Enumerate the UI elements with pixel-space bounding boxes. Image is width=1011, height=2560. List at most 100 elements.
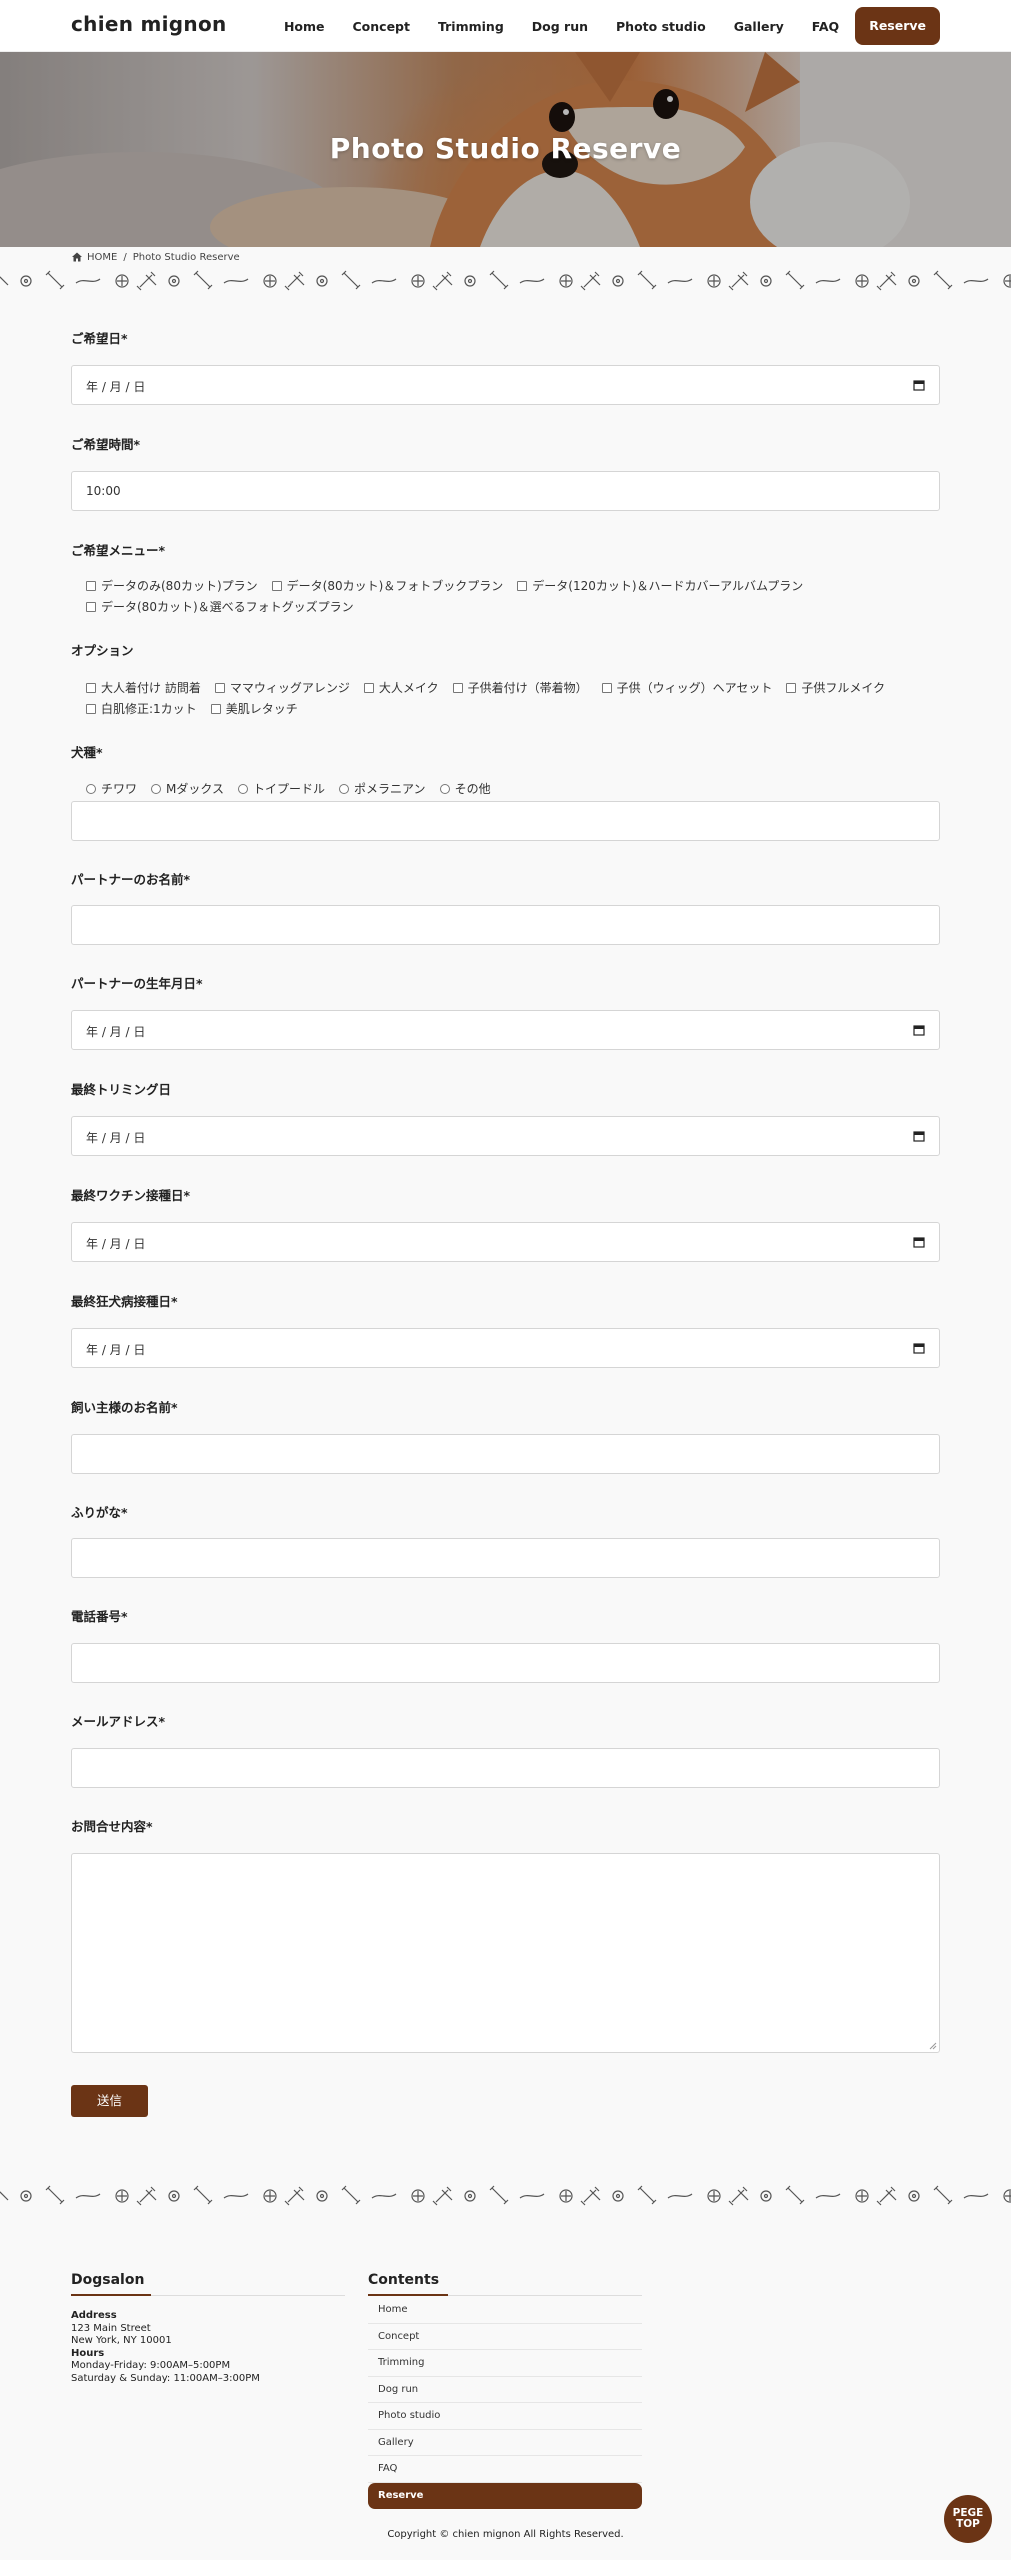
breed-option[interactable]: ポメラニアン bbox=[339, 779, 426, 800]
breed-other-input[interactable] bbox=[71, 801, 940, 841]
menu-option[interactable]: データ(80カット)＆選べるフォトグッズプラン bbox=[86, 597, 354, 618]
checkbox[interactable] bbox=[601, 683, 612, 693]
option-item-label: 大人着付け 訪問着 bbox=[101, 681, 201, 695]
option-item[interactable]: 子供（ウィッグ）ヘアセット bbox=[601, 678, 773, 699]
nav-home[interactable]: Home bbox=[284, 19, 325, 34]
option-item[interactable]: 大人メイク bbox=[363, 678, 439, 699]
footer-link-dog-run[interactable]: Dog run bbox=[368, 2377, 642, 2403]
address-label: Address bbox=[71, 2310, 117, 2321]
phone-input[interactable] bbox=[71, 1643, 940, 1683]
hours-line2: Saturday & Sunday: 11:00AM–3:00PM bbox=[71, 2372, 260, 2384]
option-item[interactable]: 子供着付け（帯着物） bbox=[452, 678, 588, 699]
calendar-icon[interactable] bbox=[913, 1236, 925, 1248]
inquiry-textarea[interactable] bbox=[71, 1853, 940, 2053]
option-item-label: 美肌レタッチ bbox=[225, 702, 298, 716]
radio[interactable] bbox=[439, 784, 450, 794]
breed-options: チワワ Mダックス トイプードル ポメラニアン その他 bbox=[86, 779, 946, 800]
option-item-label: 子供フルメイク bbox=[801, 681, 886, 695]
nav-photo-studio[interactable]: Photo studio bbox=[616, 19, 706, 34]
checkbox[interactable] bbox=[517, 581, 528, 591]
main-nav: Home Concept Trimming Dog run Photo stud… bbox=[256, 7, 940, 45]
inquiry-label: お問合せ内容* bbox=[71, 1819, 153, 1834]
footer-link-concept[interactable]: Concept bbox=[368, 2324, 642, 2350]
checkbox[interactable] bbox=[271, 581, 282, 591]
partner-name-input[interactable] bbox=[71, 905, 940, 945]
owner-name-input[interactable] bbox=[71, 1434, 940, 1474]
resize-grip-icon[interactable] bbox=[929, 2042, 937, 2050]
nav-faq[interactable]: FAQ bbox=[812, 19, 839, 34]
radio[interactable] bbox=[151, 784, 162, 794]
checkbox[interactable] bbox=[786, 683, 797, 693]
email-label: メールアドレス* bbox=[71, 1714, 166, 1729]
checkbox[interactable] bbox=[86, 581, 96, 591]
checkbox[interactable] bbox=[86, 602, 96, 612]
footer-divider bbox=[368, 2294, 642, 2296]
option-item-label: 子供（ウィッグ）ヘアセット bbox=[616, 681, 773, 695]
footer-divider bbox=[71, 2294, 345, 2296]
email-input[interactable] bbox=[71, 1748, 940, 1788]
menu-option[interactable]: データのみ(80カット)プラン bbox=[86, 576, 258, 597]
submit-button[interactable]: 送信 bbox=[71, 2085, 148, 2117]
page-top-button[interactable]: PEGE TOP bbox=[944, 2495, 992, 2543]
checkbox[interactable] bbox=[214, 683, 225, 693]
option-item-label: 子供着付け（帯着物） bbox=[467, 681, 588, 695]
footer-link-home[interactable]: Home bbox=[368, 2297, 642, 2324]
checkbox[interactable] bbox=[210, 704, 221, 714]
breed-option[interactable]: その他 bbox=[439, 779, 491, 800]
hero-title: Photo Studio Reserve bbox=[329, 132, 682, 165]
footer-link-faq[interactable]: FAQ bbox=[368, 2456, 642, 2483]
option-item[interactable]: ママウィッグアレンジ bbox=[214, 678, 350, 699]
phone-label: 電話番号* bbox=[71, 1609, 128, 1624]
calendar-icon[interactable] bbox=[913, 1342, 925, 1354]
breed-option[interactable]: Mダックス bbox=[151, 779, 224, 800]
partner-name-label: パートナーのお名前* bbox=[71, 872, 191, 887]
calendar-icon[interactable] bbox=[913, 1130, 925, 1142]
nav-concept[interactable]: Concept bbox=[353, 19, 410, 34]
menu-option[interactable]: データ(80カット)＆フォトブックプラン bbox=[271, 576, 504, 597]
footer-link-reserve[interactable]: Reserve bbox=[368, 2482, 642, 2509]
checkbox[interactable] bbox=[363, 683, 374, 693]
footer-link-photo-studio[interactable]: Photo studio bbox=[368, 2403, 642, 2430]
date-placeholder: 年 / 月 / 日 bbox=[86, 1131, 146, 1145]
option-item[interactable]: 大人着付け 訪問着 bbox=[86, 678, 201, 699]
page-top-line2: TOP bbox=[956, 2518, 980, 2530]
date-placeholder: 年 / 月 / 日 bbox=[86, 1025, 146, 1039]
option-item[interactable]: 白肌修正:1カット bbox=[86, 699, 197, 720]
menu-option-label: データ(80カット)＆フォトブックプラン bbox=[286, 579, 504, 593]
nav-trimming[interactable]: Trimming bbox=[438, 19, 504, 34]
footer-link-gallery[interactable]: Gallery bbox=[368, 2430, 642, 2456]
last-trim-input[interactable]: 年 / 月 / 日 bbox=[71, 1116, 940, 1156]
radio[interactable] bbox=[339, 784, 350, 794]
option-item[interactable]: 子供フルメイク bbox=[786, 678, 885, 699]
breed-option[interactable]: チワワ bbox=[86, 779, 137, 800]
partner-birth-input[interactable]: 年 / 月 / 日 bbox=[71, 1010, 940, 1050]
hours-label: Hours bbox=[71, 2347, 105, 2359]
furigana-input[interactable] bbox=[71, 1538, 940, 1578]
last-vaccine-input[interactable]: 年 / 月 / 日 bbox=[71, 1222, 940, 1262]
date-input[interactable]: 年 / 月 / 日 bbox=[71, 365, 940, 405]
menu-option[interactable]: データ(120カット)＆ハードカバーアルバムプラン bbox=[517, 576, 803, 597]
calendar-icon[interactable] bbox=[913, 379, 925, 391]
nav-gallery[interactable]: Gallery bbox=[734, 19, 784, 34]
site-logo[interactable]: chien mignon bbox=[71, 12, 227, 36]
option-item[interactable]: 美肌レタッチ bbox=[210, 699, 298, 720]
radio[interactable] bbox=[238, 784, 249, 794]
breed-option[interactable]: トイプードル bbox=[238, 779, 325, 800]
hours-line1: Monday-Friday: 9:00AM–5:00PM bbox=[71, 2360, 231, 2371]
calendar-icon[interactable] bbox=[913, 1024, 925, 1036]
nav-dog-run[interactable]: Dog run bbox=[532, 19, 588, 34]
footer-info: Address 123 Main Street New York, NY 100… bbox=[71, 2310, 260, 2385]
home-icon bbox=[72, 252, 82, 262]
hero-banner: Photo Studio Reserve bbox=[0, 52, 1011, 247]
last-rabies-input[interactable]: 年 / 月 / 日 bbox=[71, 1328, 940, 1368]
breadcrumb-home[interactable]: HOME bbox=[87, 252, 117, 263]
checkbox[interactable] bbox=[452, 683, 463, 693]
footer-link-trimming[interactable]: Trimming bbox=[368, 2350, 642, 2377]
time-input[interactable]: 10:00 bbox=[71, 471, 940, 511]
dog-goods-pattern-top bbox=[0, 270, 1011, 291]
checkbox[interactable] bbox=[86, 704, 96, 714]
radio[interactable] bbox=[86, 784, 96, 794]
time-label: ご希望時間* bbox=[71, 437, 141, 452]
checkbox[interactable] bbox=[86, 683, 96, 693]
nav-reserve-button[interactable]: Reserve bbox=[855, 7, 940, 45]
